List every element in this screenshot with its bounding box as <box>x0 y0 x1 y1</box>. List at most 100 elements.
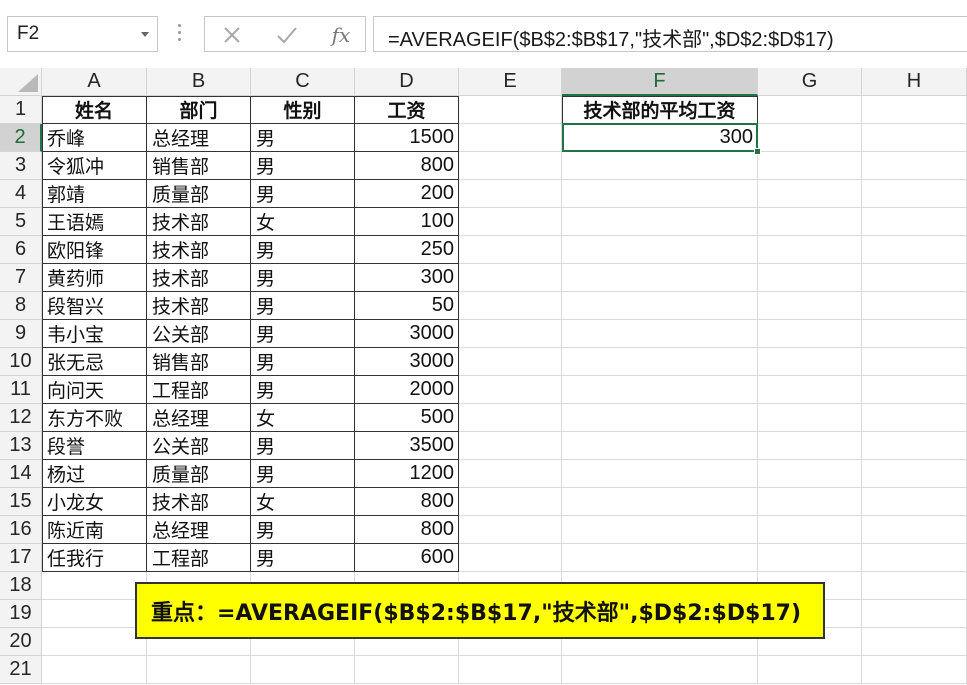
cell-a14[interactable]: 杨过 <box>42 460 147 488</box>
row-header-1[interactable]: 1 <box>0 96 42 124</box>
cell-d9[interactable]: 3000 <box>355 320 459 348</box>
row-header-9[interactable]: 9 <box>0 320 42 348</box>
cell-d21[interactable] <box>355 656 459 684</box>
cell-d11[interactable]: 2000 <box>355 376 459 404</box>
cell-h2[interactable] <box>862 124 967 152</box>
cell-a11[interactable]: 向问天 <box>42 376 147 404</box>
cell-e8[interactable] <box>459 292 562 320</box>
cell-b7[interactable]: 技术部 <box>147 264 251 292</box>
cell-a2[interactable]: 乔峰 <box>42 124 147 152</box>
cell-a8[interactable]: 段智兴 <box>42 292 147 320</box>
cell-b14[interactable]: 质量部 <box>147 460 251 488</box>
row-header-6[interactable]: 6 <box>0 236 42 264</box>
cell-e12[interactable] <box>459 404 562 432</box>
row-header-4[interactable]: 4 <box>0 180 42 208</box>
cell-e7[interactable] <box>459 264 562 292</box>
cell-b2[interactable]: 总经理 <box>147 124 251 152</box>
cell-e11[interactable] <box>459 376 562 404</box>
cell-c10[interactable]: 男 <box>251 348 355 376</box>
row-header-8[interactable]: 8 <box>0 292 42 320</box>
column-header-e[interactable]: E <box>459 68 562 96</box>
cell-a20[interactable] <box>42 628 147 656</box>
cell-c16[interactable]: 男 <box>251 516 355 544</box>
cell-d10[interactable]: 3000 <box>355 348 459 376</box>
cell-h15[interactable] <box>862 488 967 516</box>
cell-b3[interactable]: 销售部 <box>147 152 251 180</box>
cell-d3[interactable]: 800 <box>355 152 459 180</box>
cell-a4[interactable]: 郭靖 <box>42 180 147 208</box>
cell-e21[interactable] <box>459 656 562 684</box>
cell-g5[interactable] <box>758 208 862 236</box>
cell-e1[interactable] <box>459 96 562 124</box>
cell-f10[interactable] <box>562 348 758 376</box>
cell-b9[interactable]: 公关部 <box>147 320 251 348</box>
cell-g11[interactable] <box>758 376 862 404</box>
cell-h12[interactable] <box>862 404 967 432</box>
cell-e9[interactable] <box>459 320 562 348</box>
cell-b21[interactable] <box>147 656 251 684</box>
cell-g17[interactable] <box>758 544 862 572</box>
cell-c5[interactable]: 女 <box>251 208 355 236</box>
column-header-a[interactable]: A <box>42 68 147 96</box>
cell-g15[interactable] <box>758 488 862 516</box>
cell-h9[interactable] <box>862 320 967 348</box>
row-header-17[interactable]: 17 <box>0 544 42 572</box>
cell-g2[interactable] <box>758 124 862 152</box>
column-header-c[interactable]: C <box>251 68 355 96</box>
cell-a6[interactable]: 欧阳锋 <box>42 236 147 264</box>
cell-g12[interactable] <box>758 404 862 432</box>
cell-a19[interactable] <box>42 600 147 628</box>
drag-handle-icon[interactable] <box>176 24 182 46</box>
cell-b15[interactable]: 技术部 <box>147 488 251 516</box>
row-header-20[interactable]: 20 <box>0 628 42 656</box>
cell-b17[interactable]: 工程部 <box>147 544 251 572</box>
cell-f6[interactable] <box>562 236 758 264</box>
cell-h7[interactable] <box>862 264 967 292</box>
cell-f2[interactable]: 300 <box>562 124 758 152</box>
cell-c9[interactable]: 男 <box>251 320 355 348</box>
cell-e2[interactable] <box>459 124 562 152</box>
row-header-19[interactable]: 19 <box>0 600 42 628</box>
cell-a17[interactable]: 任我行 <box>42 544 147 572</box>
cell-b10[interactable]: 销售部 <box>147 348 251 376</box>
cell-b13[interactable]: 公关部 <box>147 432 251 460</box>
cell-h3[interactable] <box>862 152 967 180</box>
cell-c3[interactable]: 男 <box>251 152 355 180</box>
cell-c4[interactable]: 男 <box>251 180 355 208</box>
row-header-5[interactable]: 5 <box>0 208 42 236</box>
cell-c13[interactable]: 男 <box>251 432 355 460</box>
cell-a21[interactable] <box>42 656 147 684</box>
cell-g14[interactable] <box>758 460 862 488</box>
cell-h4[interactable] <box>862 180 967 208</box>
cell-f17[interactable] <box>562 544 758 572</box>
cell-a18[interactable] <box>42 572 147 600</box>
cell-a7[interactable]: 黄药师 <box>42 264 147 292</box>
cell-h6[interactable] <box>862 236 967 264</box>
cell-g1[interactable] <box>758 96 862 124</box>
cell-h5[interactable] <box>862 208 967 236</box>
cell-f15[interactable] <box>562 488 758 516</box>
cell-g8[interactable] <box>758 292 862 320</box>
close-icon[interactable] <box>216 21 248 49</box>
cell-a10[interactable]: 张无忌 <box>42 348 147 376</box>
cell-c17[interactable]: 男 <box>251 544 355 572</box>
cell-e3[interactable] <box>459 152 562 180</box>
cell-g4[interactable] <box>758 180 862 208</box>
cell-h10[interactable] <box>862 348 967 376</box>
cell-h17[interactable] <box>862 544 967 572</box>
cell-c2[interactable]: 男 <box>251 124 355 152</box>
row-header-7[interactable]: 7 <box>0 264 42 292</box>
cell-f21[interactable] <box>562 656 758 684</box>
cell-e13[interactable] <box>459 432 562 460</box>
cell-e14[interactable] <box>459 460 562 488</box>
fill-handle[interactable] <box>754 148 761 155</box>
formula-input[interactable]: =AVERAGEIF($B$2:$B$17,"技术部",$D$2:$D$17) <box>373 16 967 52</box>
cell-a1[interactable]: 姓名 <box>42 96 147 124</box>
row-header-3[interactable]: 3 <box>0 152 42 180</box>
cell-d1[interactable]: 工资 <box>355 96 459 124</box>
cell-c1[interactable]: 性别 <box>251 96 355 124</box>
cell-c8[interactable]: 男 <box>251 292 355 320</box>
check-icon[interactable] <box>271 21 303 49</box>
cell-c6[interactable]: 男 <box>251 236 355 264</box>
row-header-14[interactable]: 14 <box>0 460 42 488</box>
